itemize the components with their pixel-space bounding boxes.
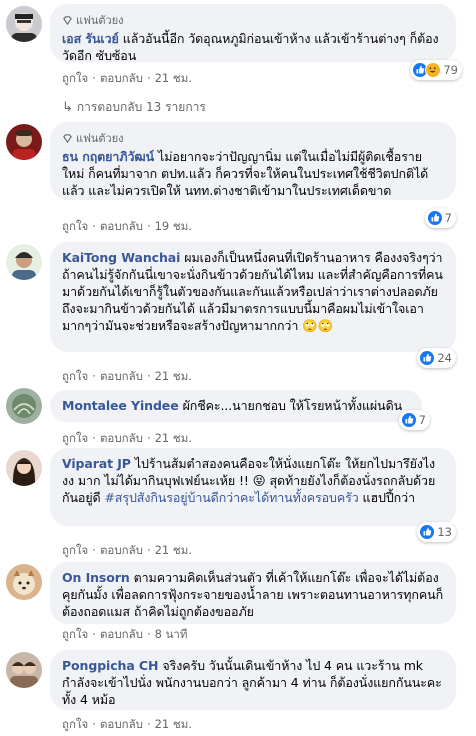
like-link[interactable]: ถูกใจ — [62, 368, 88, 386]
reply-link[interactable]: ตอบกลับ — [100, 70, 143, 88]
reaction-number: 79 — [443, 63, 458, 77]
like-link[interactable]: ถูกใจ — [62, 70, 88, 88]
comment-time[interactable]: 19 ชม. — [155, 218, 192, 236]
top-fan-badge: แฟนตัวยง — [62, 129, 444, 147]
reaction-number: 7 — [444, 211, 452, 225]
reaction-count[interactable]: 79 — [410, 60, 462, 80]
avatar[interactable] — [6, 244, 42, 280]
like-link[interactable]: ถูกใจ — [62, 542, 88, 560]
like-link[interactable]: ถูกใจ — [62, 716, 88, 734]
comment-time[interactable]: 21 ชม. — [155, 70, 192, 88]
separator-dot: · — [92, 431, 96, 445]
separator-dot: · — [146, 219, 151, 233]
comment-actions: ถูกใจ · ตอบกลับ · 19 ชม. — [62, 218, 192, 236]
reaction-number: 13 — [437, 525, 452, 539]
reaction-number: 24 — [437, 351, 452, 365]
reply-link[interactable]: ตอบกลับ — [100, 368, 143, 386]
comment-author[interactable]: ธน กฤตยาภิวัฒน์ — [62, 149, 154, 164]
separator-dot: · — [92, 543, 96, 557]
comment-time[interactable]: 21 ชม. — [155, 368, 192, 386]
comment-time[interactable]: 21 ชม. — [155, 430, 192, 448]
reply-link[interactable]: ตอบกลับ — [100, 626, 143, 644]
hashtag-link[interactable]: #สรุปสังกินรอยู่บ้านดีกว่าคะได้ทานทั้งคร… — [104, 490, 358, 505]
separator-dot: · — [146, 543, 151, 557]
comment-actions: ถูกใจ · ตอบกลับ · 21 ชม. — [62, 542, 192, 560]
separator-dot: · — [146, 717, 151, 731]
avatar[interactable] — [6, 564, 42, 600]
comment-actions: ถูกใจ · ตอบกลับ · 8 นาที — [62, 626, 187, 644]
comment-time[interactable]: 21 ชม. — [155, 716, 192, 734]
separator-dot: · — [146, 431, 151, 445]
comment-actions: ถูกใจ · ตอบกลับ · 21 ชม. — [62, 716, 192, 734]
reply-arrow-icon: ↳ — [62, 100, 73, 115]
like-reaction-icon — [426, 210, 443, 226]
reaction-number: 7 — [418, 413, 426, 427]
separator-dot: · — [146, 71, 151, 85]
comment-time[interactable]: 21 ชม. — [155, 542, 192, 560]
separator-dot: · — [92, 219, 96, 233]
diamond-icon — [63, 133, 72, 143]
comment-bubble: Viparat JP ไปร้านส้มตำสองคนคือจะให้นั่งแย… — [50, 448, 456, 526]
avatar[interactable] — [6, 6, 42, 42]
like-reaction-icon — [419, 524, 436, 540]
avatar[interactable] — [6, 388, 42, 424]
comment-author[interactable]: KaiTong Wanchai — [62, 250, 180, 265]
top-fan-badge: แฟนตัวยง — [62, 11, 444, 29]
avatar[interactable] — [6, 450, 42, 486]
diamond-icon — [63, 15, 72, 25]
comment-actions: ถูกใจ · ตอบกลับ · 21 ชม. — [62, 430, 192, 448]
comment-actions: ถูกใจ · ตอบกลับ · 21 ชม. — [62, 70, 192, 88]
separator-dot: · — [146, 369, 151, 383]
comment-text: ผักชีคะ...นายกชอบ ให้โรยหน้าทั้งแผ่นดิน — [182, 398, 403, 413]
like-reaction-icon — [400, 412, 417, 428]
separator-dot: · — [146, 627, 151, 641]
reaction-count[interactable]: 7 — [424, 208, 456, 228]
reaction-count[interactable]: 13 — [417, 522, 456, 542]
comment-bubble: แฟนตัวยง ธน กฤตยาภิวัฒน์ ไม่อยากจะว่าปัญญ… — [50, 122, 456, 200]
view-replies-link[interactable]: ↳ การตอบกลับ 13 รายการ — [62, 98, 206, 117]
reaction-count[interactable]: 7 — [398, 410, 430, 430]
comment-author[interactable]: Viparat JP — [62, 456, 131, 471]
like-link[interactable]: ถูกใจ — [62, 218, 88, 236]
badge-label: แฟนตัวยง — [76, 132, 124, 145]
comment-author[interactable]: เอส รันเวย์ — [62, 31, 119, 46]
reply-link[interactable]: ตอบกลับ — [100, 430, 143, 448]
separator-dot: · — [92, 369, 96, 383]
comment-text-end: แฮปปี้กว่า — [358, 490, 416, 505]
separator-dot: · — [92, 71, 96, 85]
like-link[interactable]: ถูกใจ — [62, 430, 88, 448]
comment-bubble: KaiTong Wanchai ผมเองก็เป็นหนึ่งคนที่เปิด… — [50, 242, 456, 352]
comment-bubble: On Insorn ตามความคิดเห็นส่วนตัว ที่เค้าให… — [50, 562, 456, 624]
comment-author[interactable]: Montalee Yindee — [62, 398, 179, 413]
comment-author[interactable]: Pongpicha CH — [62, 658, 158, 673]
like-link[interactable]: ถูกใจ — [62, 626, 88, 644]
reply-link[interactable]: ตอบกลับ — [100, 542, 143, 560]
reply-link[interactable]: ตอบกลับ — [100, 716, 143, 734]
comment-bubble: แฟนตัวยง เอส รันเวย์ แล้วอันนี้อีก วัดอุณ… — [50, 4, 456, 63]
comment-time[interactable]: 8 นาที — [155, 626, 188, 644]
avatar[interactable] — [6, 652, 42, 688]
like-reaction-icon — [419, 350, 436, 366]
haha-reaction-icon — [425, 62, 442, 78]
reaction-count[interactable]: 24 — [417, 348, 456, 368]
separator-dot: · — [92, 627, 96, 641]
comment-bubble: Montalee Yindee ผักชีคะ...นายกชอบ ให้โรยห… — [50, 390, 422, 422]
comment-bubble: Pongpicha CH จริงครับ วันนั้นเดินเข้าห้าง… — [50, 650, 456, 710]
reply-link[interactable]: ตอบกลับ — [100, 218, 143, 236]
separator-dot: · — [92, 717, 96, 731]
badge-label: แฟนตัวยง — [76, 14, 124, 27]
comment-actions: ถูกใจ · ตอบกลับ · 21 ชม. — [62, 368, 192, 386]
avatar[interactable] — [6, 124, 42, 160]
comment-author[interactable]: On Insorn — [62, 570, 130, 585]
replies-count-label: การตอบกลับ 13 รายการ — [76, 100, 206, 114]
